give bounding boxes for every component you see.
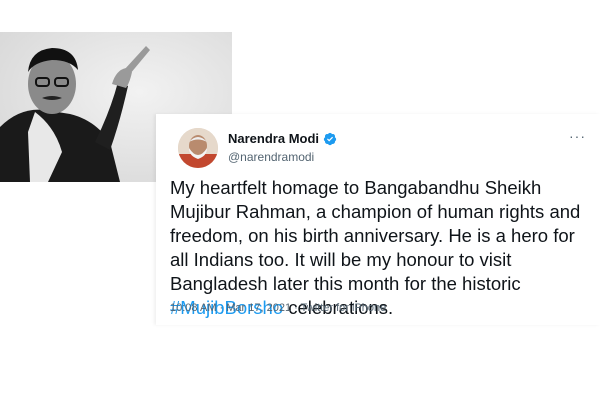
tweet-text: My heartfelt homage to Bangabandhu Sheik…	[170, 176, 594, 320]
author-handle[interactable]: @narendramodi	[228, 150, 314, 164]
verified-badge-icon	[323, 132, 337, 145]
tweet-text-body: My heartfelt homage to Bangabandhu Sheik…	[170, 177, 581, 294]
tweet-date[interactable]: Mar 17, 2021	[226, 302, 291, 314]
tweet-meta: 10:08 AM · Mar 17, 2021 · Twitter for iP…	[170, 302, 386, 314]
meta-separator: ·	[216, 302, 227, 314]
profile-avatar[interactable]	[178, 128, 218, 168]
more-options-icon[interactable]: ···	[569, 128, 586, 144]
avatar-image	[178, 128, 218, 168]
tweet-source: Twitter for iPhone	[300, 302, 387, 314]
tweet-card: Narendra Modi @narendramodi ··· My heart…	[156, 114, 600, 325]
meta-separator-2: ·	[291, 302, 301, 314]
tweet-time[interactable]: 10:08 AM	[170, 302, 216, 314]
author-name[interactable]: Narendra Modi	[228, 131, 319, 146]
